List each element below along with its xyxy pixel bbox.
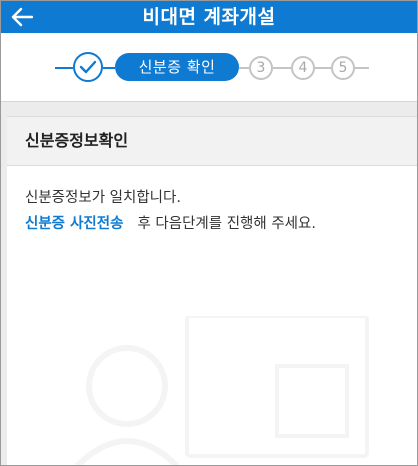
id-card-outline-icon <box>74 316 369 465</box>
step-connector <box>315 67 331 69</box>
instruction-message: 신분증 사진전송 후 다음단계를 진행해 주세요. <box>25 212 316 233</box>
step-connector <box>273 67 291 69</box>
progress-stepper: 신분증 확인 3 4 5 <box>1 33 417 101</box>
check-icon <box>79 60 97 74</box>
step-connector <box>103 67 115 69</box>
app-frame: 비대면 계좌개설 신분증 확인 3 4 5 신분증정보확인 신분증정보가 일치합… <box>0 0 418 466</box>
photo-send-link[interactable]: 신분증 사진전송 <box>25 216 123 232</box>
app-header: 비대면 계좌개설 <box>1 1 417 33</box>
section-title: 신분증정보확인 <box>7 116 417 166</box>
person-head <box>86 345 168 427</box>
step-connector <box>239 67 249 69</box>
step-4: 4 <box>291 56 315 80</box>
person-body <box>74 438 180 465</box>
step-2-active: 신분증 확인 <box>115 53 239 81</box>
instruction-text: 후 다음단계를 진행해 주세요. <box>137 216 316 232</box>
section-container: 신분증정보확인 신분증정보가 일치합니다. 신분증 사진전송 후 다음단계를 진행… <box>1 102 417 465</box>
id-card-illustration <box>74 316 369 465</box>
step-1-completed <box>73 52 103 82</box>
step-connector <box>55 67 73 69</box>
step-3: 3 <box>249 56 273 80</box>
page-title: 비대면 계좌개설 <box>142 6 276 28</box>
step-5: 5 <box>331 56 355 80</box>
card-photo-box <box>275 364 349 438</box>
section-content: 신분증정보가 일치합니다. 신분증 사진전송 후 다음단계를 진행해 주세요. <box>7 166 417 465</box>
status-message: 신분증정보가 일치합니다. <box>25 190 181 206</box>
step-connector <box>355 67 369 69</box>
